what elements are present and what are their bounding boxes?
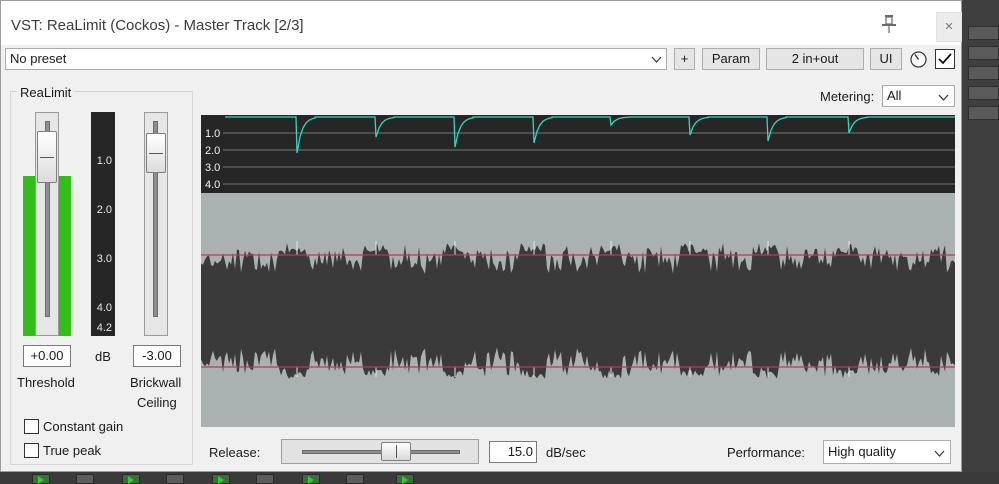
add-preset-button[interactable]: + (674, 48, 695, 70)
true-peak-checkbox[interactable] (24, 443, 39, 458)
title-bar[interactable]: VST: ReaLimit (Cockos) - Master Track [2… (1, 1, 962, 45)
gr-tick-label: 1.0 (205, 128, 220, 140)
pin-icon[interactable] (880, 14, 898, 34)
mixer-button[interactable] (166, 474, 184, 484)
wet-knob-icon[interactable] (910, 51, 927, 68)
checkmark-icon (938, 53, 952, 65)
constant-gain-checkbox[interactable] (24, 419, 39, 434)
ceiling-slider-thumb[interactable] (146, 133, 166, 173)
performance-label: Performance: (727, 445, 806, 460)
window-title: VST: ReaLimit (Cockos) - Master Track [2… (11, 17, 304, 34)
chevron-down-icon (938, 94, 949, 101)
db-scale: 1.0 2.0 3.0 4.0 4.2 (91, 112, 115, 336)
release-slider[interactable] (281, 439, 479, 464)
true-peak-label: True peak (43, 443, 102, 458)
performance-select[interactable]: High quality (823, 440, 951, 464)
play-icon[interactable] (396, 474, 414, 484)
release-input[interactable]: 15.0 (489, 441, 537, 463)
play-icon[interactable] (32, 474, 50, 484)
mixer-button[interactable] (346, 474, 364, 484)
threshold-slider-thumb[interactable] (37, 131, 57, 183)
gr-tick-label: 3.0 (205, 162, 220, 174)
preset-value: No preset (10, 51, 67, 66)
daw-track-lane (968, 106, 999, 120)
chevron-down-icon (651, 56, 662, 63)
plugin-window: VST: ReaLimit (Cockos) - Master Track [2… (0, 0, 962, 472)
daw-track-lane (968, 26, 999, 40)
ceiling-input[interactable]: -3.00 (133, 345, 181, 367)
metering-select[interactable]: All (882, 85, 955, 107)
group-title: ReaLimit (17, 85, 75, 100)
db-unit-label: dB (95, 349, 111, 364)
ceiling-label-line2: Ceiling (137, 395, 177, 410)
metering-value: All (887, 88, 902, 103)
daw-track-panel (962, 0, 999, 484)
db-tick-label: 4.0 (96, 302, 112, 314)
param-button[interactable]: Param (702, 48, 760, 70)
release-slider-thumb[interactable] (381, 442, 411, 461)
play-icon[interactable] (302, 474, 320, 484)
toolbar: No preset + Param 2 in+out UI (1, 45, 961, 73)
gain-reduction-view: 1.0 2.0 3.0 4.0 (201, 115, 955, 427)
release-unit: dB/sec (546, 445, 586, 460)
preset-select[interactable]: No preset (5, 48, 667, 70)
db-tick-label: 4.2 (96, 322, 112, 334)
daw-track-lane (968, 66, 999, 80)
mixer-button[interactable] (256, 474, 274, 484)
release-label: Release: (209, 445, 261, 460)
routing-button[interactable]: 2 in+out (766, 48, 864, 70)
gr-meter-bg (201, 115, 955, 193)
gr-tick-label: 2.0 (205, 145, 220, 157)
metering-label: Metering: (820, 89, 875, 104)
constant-gain-label: Constant gain (43, 419, 124, 434)
bypass-checkbox[interactable] (935, 49, 955, 69)
daw-mixer-strip (0, 472, 999, 484)
daw-track-lane (968, 46, 999, 60)
db-tick-label: 1.0 (96, 155, 112, 167)
close-button[interactable]: × (936, 12, 962, 42)
performance-value: High quality (828, 444, 896, 459)
threshold-label: Threshold (17, 375, 75, 390)
threshold-input[interactable]: +0.00 (23, 345, 71, 367)
ui-button[interactable]: UI (870, 48, 902, 70)
play-icon[interactable] (212, 474, 230, 484)
mixer-button[interactable] (76, 474, 94, 484)
db-tick-label: 2.0 (96, 204, 112, 216)
ceiling-label-line1: Brickwall (130, 375, 182, 390)
play-icon[interactable] (122, 474, 140, 484)
db-tick-label: 3.0 (96, 253, 112, 265)
gr-tick-label: 4.0 (205, 179, 220, 191)
chevron-down-icon (934, 450, 945, 457)
daw-track-lane (968, 86, 999, 100)
